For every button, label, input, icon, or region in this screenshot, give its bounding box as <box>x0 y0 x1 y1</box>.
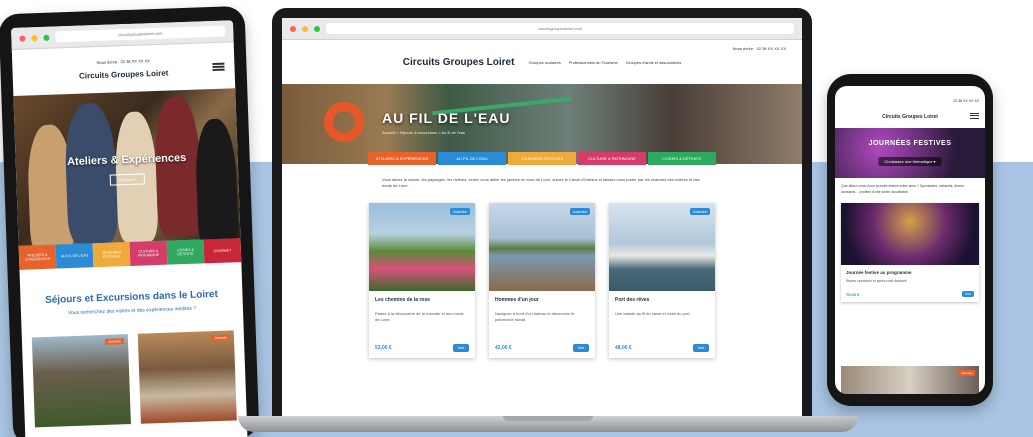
card-view-button[interactable]: Voir <box>453 344 469 352</box>
hero-discover-button[interactable]: Découvrir <box>109 173 146 186</box>
card-tag: Journée <box>449 208 470 215</box>
card-tag: Journée <box>958 370 975 376</box>
card-image: Journée <box>489 203 595 291</box>
tablet-hero: Ateliers & Expériences Découvrir <box>13 88 241 246</box>
phone-screen: 02 38 XX XX XX Circuits Groupes Loiret J… <box>835 86 985 394</box>
tablet-site-header: Nous écrire · 02 38 XX XX XX Circuits Gr… <box>12 42 235 96</box>
section-subheading: Vous recherchez des visites et des expér… <box>67 305 197 317</box>
phone-topline[interactable]: 02 38 XX XX XX <box>835 86 985 106</box>
hero-title: JOURNÉES FESTIVES <box>868 140 952 147</box>
excursion-card[interactable]: Journée Hommes d'un jour Naviguez à bord… <box>489 203 595 358</box>
hero-photo-person <box>63 102 119 245</box>
site-logo[interactable]: Circuits Groupes Loiret <box>79 69 169 81</box>
lifebuoy-image <box>324 102 364 142</box>
intro-text: Que diriez-vous d'une journée festive en… <box>841 184 965 194</box>
tab-journees-festives[interactable]: JOURNÉES FESTIVES <box>92 241 131 268</box>
tab-fil-eau[interactable]: AU FIL DE L'EAU <box>438 152 506 165</box>
card-tag: Journée <box>211 334 231 342</box>
close-dot-icon[interactable] <box>290 25 296 32</box>
site-logo[interactable]: Circuits Groupes Loiret <box>403 57 515 68</box>
intro-text: Vous aimez la nature, les paysages, les … <box>382 177 700 188</box>
laptop-topline[interactable]: Nous écrire · 02 38 XX XX XX <box>733 46 786 51</box>
card-image: Journée <box>369 203 475 291</box>
menu-icon[interactable] <box>212 62 225 71</box>
card-price: 53,00 € <box>375 345 392 351</box>
card-title[interactable]: Hommes d'un jour <box>495 297 589 303</box>
tablet-card[interactable]: Journée <box>31 334 131 428</box>
nav-professionnels[interactable]: Professionnels du Tourisme <box>569 60 618 65</box>
nav-groupes-scolaires[interactable]: Groupes scolaires <box>528 60 560 65</box>
card-price: 42,00 € <box>495 345 512 351</box>
laptop-site-header: Nous écrire · 02 38 XX XX XX Circuits Gr… <box>282 40 802 84</box>
minimize-dot-icon[interactable] <box>31 34 38 41</box>
tab-culture[interactable]: CULTURE & PATRIMOINE <box>129 240 168 266</box>
hero-photo-person <box>153 95 203 237</box>
menu-icon[interactable] <box>970 113 979 119</box>
card-description: Partez à la découverte de la roseraie et… <box>375 311 464 322</box>
phone-hero: JOURNÉES FESTIVES Choisissez une thémati… <box>835 128 985 178</box>
card-tag: Journée <box>689 208 710 215</box>
excursion-card[interactable]: Journée festive au programme Repas spect… <box>841 203 979 302</box>
audience-nav: Groupes scolaires Professionnels du Tour… <box>528 60 681 65</box>
site-logo[interactable]: Circuits Groupes Loiret <box>882 114 938 120</box>
card-description: Une balade au fil du canal et visite du … <box>615 311 691 316</box>
card-title[interactable]: Les chemins de la rose <box>375 297 469 303</box>
phone-site-header: Circuits Groupes Loiret <box>835 106 985 128</box>
tab-ateliers[interactable]: ATELIERS & EXPÉRIENCES <box>18 244 57 270</box>
tab-fil-eau[interactable]: AU FIL DE L'EAU <box>55 243 94 269</box>
card-price: 48,00 € <box>615 345 632 351</box>
hero-title: AU FIL DE L'EAU <box>382 110 511 126</box>
tab-loisirs[interactable]: LOISIRS & DÉTENTE <box>648 152 716 165</box>
card-description: Naviguez à bord d'un bateau et découvrez… <box>495 311 575 322</box>
laptop-browser-bar: circuitsgroupesloiret.com <box>282 18 802 40</box>
next-card-preview[interactable]: Journée <box>841 366 979 394</box>
tablet-screen: circuitsgroupesloiret.com Nous écrire · … <box>11 20 248 437</box>
laptop-card-row: Journée Les chemins de la rose Partez à … <box>282 203 802 358</box>
laptop-screen: circuitsgroupesloiret.com Nous écrire · … <box>282 18 802 420</box>
laptop-opening-notch <box>503 416 593 421</box>
tab-loisirs[interactable]: LOISIRS & DÉTENTE <box>166 239 205 265</box>
laptop-device: circuitsgroupesloiret.com Nous écrire · … <box>272 8 812 420</box>
laptop-theme-tabs: ATELIERS & EXPÉRIENCES AU FIL DE L'EAU J… <box>282 152 802 165</box>
close-dot-icon[interactable] <box>19 35 26 42</box>
minimize-dot-icon[interactable] <box>302 25 308 32</box>
maximize-dot-icon[interactable] <box>314 25 320 32</box>
card-title[interactable]: Port des rêves <box>615 297 709 303</box>
breadcrumb[interactable]: Accueil > Séjours & excursions > Au fil … <box>382 130 465 135</box>
tab-culture[interactable]: CULTURE & PATRIMOINE <box>578 152 646 165</box>
card-view-button[interactable]: Voir <box>573 344 589 352</box>
card-title[interactable]: Journée festive au programme <box>846 270 974 275</box>
card-view-button[interactable]: Voir <box>693 344 709 352</box>
tab-journees-festives[interactable]: JOURNÉES FESTIVES <box>508 152 576 165</box>
tablet-card[interactable]: Journée <box>137 330 237 424</box>
card-view-button[interactable]: Voir <box>962 291 974 298</box>
tablet-device: circuitsgroupesloiret.com Nous écrire · … <box>0 5 260 437</box>
laptop-address-bar[interactable]: circuitsgroupesloiret.com <box>326 23 794 34</box>
theme-select[interactable]: Choisissez une thématique ▾ <box>878 157 942 166</box>
card-tag: Journée <box>569 208 590 215</box>
section-heading: Séjours et Excursions dans le Loiret <box>44 288 219 306</box>
hero-photo-person <box>194 118 239 246</box>
excursion-card[interactable]: Journée Les chemins de la rose Partez à … <box>369 203 475 358</box>
tab-gourmet[interactable]: GOURMET <box>203 238 242 264</box>
tab-ateliers[interactable]: ATELIERS & EXPÉRIENCES <box>368 152 436 165</box>
card-description: Repas spectacle et après-midi dansant. <box>846 279 908 284</box>
card-image <box>841 203 979 266</box>
tablet-card-row: Journée Journée <box>22 330 247 428</box>
laptop-base <box>238 416 858 432</box>
maximize-dot-icon[interactable] <box>43 34 50 41</box>
card-price: 75,00 € <box>846 291 860 297</box>
card-image: Journée <box>609 203 715 291</box>
tablet-address-bar[interactable]: circuitsgroupesloiret.com <box>55 25 226 43</box>
tablet-topline[interactable]: Nous écrire · 02 38 XX XX XX <box>97 58 151 65</box>
nav-groupes-amis[interactable]: Groupes d'amis et associations <box>626 60 681 65</box>
card-tag: Journée <box>105 338 125 345</box>
excursion-card[interactable]: Journée Port des rêves Une balade au fil… <box>609 203 715 358</box>
phone-device: 02 38 XX XX XX Circuits Groupes Loiret J… <box>827 74 993 406</box>
